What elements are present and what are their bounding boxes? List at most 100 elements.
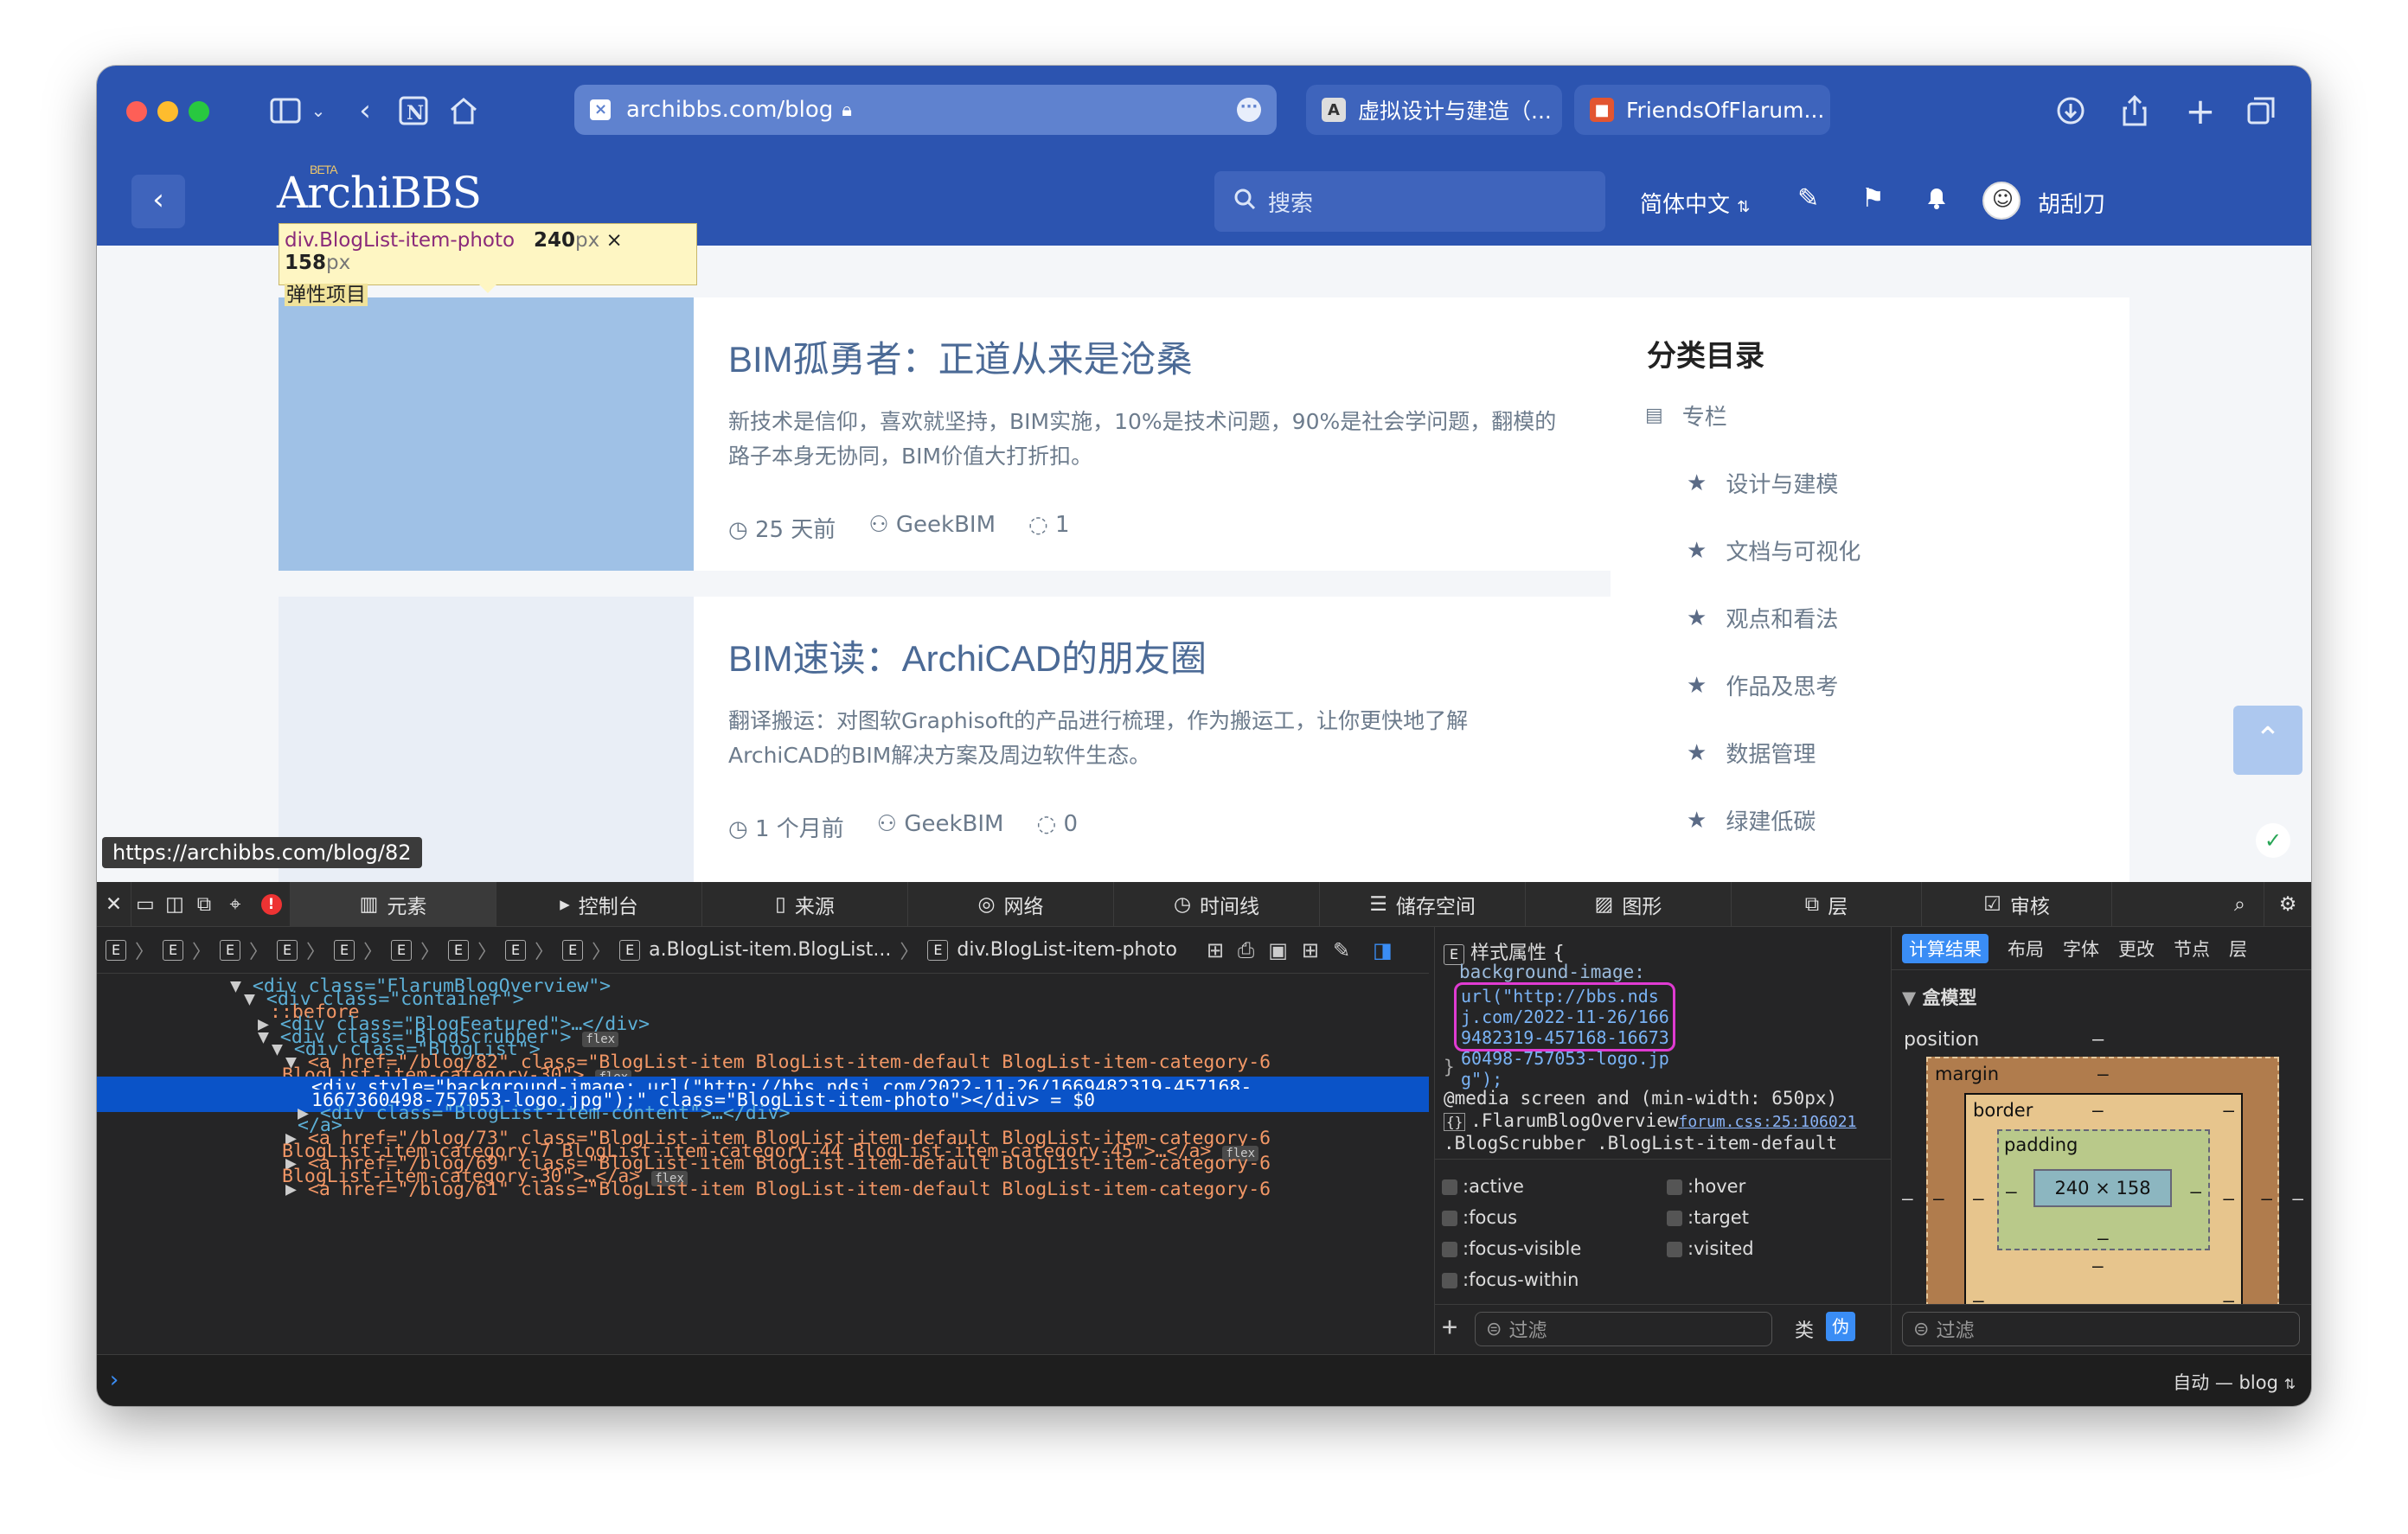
element-icon[interactable]: E bbox=[163, 939, 184, 961]
tab-layers-side[interactable]: 层 bbox=[2229, 936, 2247, 962]
element-icon[interactable]: E bbox=[277, 939, 298, 961]
post-author[interactable]: ⚇ GeekBIM bbox=[868, 512, 996, 544]
tab-timelines[interactable]: ◷ 时间线 bbox=[1114, 882, 1320, 927]
dock-side-icon[interactable]: ◫ bbox=[161, 882, 189, 927]
close-inspector-icon[interactable]: ✕ bbox=[97, 882, 131, 927]
home-icon[interactable] bbox=[445, 90, 483, 131]
console-prompt-bar[interactable]: › 自动 — blog ⇅ bbox=[97, 1354, 2311, 1406]
category-root[interactable]: ▤ 专栏 bbox=[1645, 399, 1727, 431]
box-model-header[interactable]: ▼ 盒模型 bbox=[1902, 984, 1976, 1010]
add-rule-icon[interactable]: + bbox=[1442, 1312, 1457, 1342]
computed-filter-input[interactable]: ⊜ 过滤 bbox=[1902, 1312, 2300, 1346]
pseudo-focus-visible-checkbox[interactable]: :focus-visible bbox=[1442, 1233, 1581, 1264]
notion-icon[interactable]: N bbox=[394, 90, 432, 131]
tab-elements[interactable]: ▥ 元素 bbox=[291, 882, 496, 927]
category-item[interactable]: ★ 观点和看法 bbox=[1687, 602, 1838, 634]
element-icon[interactable]: E bbox=[220, 939, 241, 961]
sidebar-toggle-icon[interactable]: ◨ bbox=[1373, 938, 1393, 962]
post-title[interactable]: BIM速读：ArchiCAD的朋友圈 bbox=[728, 630, 1207, 682]
element-icon[interactable]: E bbox=[334, 939, 355, 961]
error-icon[interactable]: ! bbox=[253, 882, 291, 927]
breadcrumb-anchor[interactable]: a.BlogList-item.BlogList... bbox=[649, 939, 891, 961]
tab-sources[interactable]: ▯ 来源 bbox=[702, 882, 908, 927]
post-author[interactable]: ⚇ GeekBIM bbox=[877, 811, 1004, 843]
pseudo-active-checkbox[interactable]: :active bbox=[1442, 1171, 1581, 1202]
tab-storage[interactable]: ☰ 储存空间 bbox=[1320, 882, 1526, 927]
close-window-button[interactable] bbox=[126, 101, 147, 122]
pseudo-focus-checkbox[interactable]: :focus bbox=[1442, 1202, 1581, 1233]
username[interactable]: 胡刮刀 bbox=[2038, 187, 2105, 219]
site-logo[interactable]: ArchiBBS BETA bbox=[277, 163, 482, 218]
search-icon[interactable]: ⌕ bbox=[2216, 882, 2264, 927]
pseudo-focus-within-checkbox[interactable]: :focus-within bbox=[1442, 1264, 1581, 1295]
category-item[interactable]: ★ 设计与建模 bbox=[1687, 467, 1838, 499]
language-selector[interactable]: 简体中文 ⇅ bbox=[1640, 187, 1750, 219]
new-tab-icon[interactable]: + bbox=[2181, 90, 2219, 132]
sidebar-toggle-icon[interactable] bbox=[266, 90, 304, 131]
more-options-icon[interactable]: ··· bbox=[1237, 98, 1261, 122]
style-value[interactable]: url("http://bbs.ndsj.com/2022-11-26/1669… bbox=[1461, 986, 1672, 1090]
category-item[interactable]: ★ 绿建低碳 bbox=[1687, 804, 1816, 836]
browser-tab-1[interactable]: A 虚拟设计与建造（... bbox=[1306, 85, 1562, 135]
scroll-to-top-button[interactable]: ⌃ bbox=[2233, 706, 2302, 775]
minimize-window-button[interactable] bbox=[157, 101, 178, 122]
tab-computed[interactable]: 计算结果 bbox=[1902, 933, 1989, 963]
rule-source-link[interactable]: forum.css:25:106021 bbox=[1678, 1113, 1856, 1131]
zoom-window-button[interactable] bbox=[189, 101, 209, 122]
execution-context-select[interactable]: 自动 — blog ⇅ bbox=[2173, 1369, 2296, 1395]
pseudo-target-checkbox[interactable]: :target bbox=[1667, 1202, 1754, 1233]
shield-icon[interactable]: ✓ bbox=[2256, 823, 2290, 858]
tab-network[interactable]: ◎ 网络 bbox=[908, 882, 1114, 927]
bell-icon[interactable] bbox=[1924, 183, 1950, 218]
post-time: ◷ 25 天前 bbox=[728, 517, 836, 543]
chevron-down-icon: ▼ bbox=[1902, 988, 1917, 1008]
pseudo-hover-checkbox[interactable]: :hover bbox=[1667, 1171, 1754, 1202]
element-icon[interactable]: E bbox=[562, 939, 584, 961]
category-item[interactable]: ★ 数据管理 bbox=[1687, 737, 1816, 769]
share-icon[interactable] bbox=[2116, 90, 2154, 131]
dock-bottom-icon[interactable]: ▭ bbox=[131, 882, 159, 927]
tab-console[interactable]: ▸ 控制台 bbox=[496, 882, 702, 927]
detach-icon[interactable]: ⧉ bbox=[190, 882, 218, 927]
audit-icon: ☑ bbox=[1983, 893, 2001, 916]
styles-filter-input[interactable]: ⊜ 过滤 bbox=[1475, 1312, 1772, 1346]
post-title[interactable]: BIM孤勇者：正道从来是沧桑 bbox=[728, 330, 1193, 383]
element-icon[interactable]: E bbox=[505, 939, 527, 961]
blog-list-item[interactable]: BIM速读：ArchiCAD的朋友圈 翻译搬运：对图软Graphisoft的产品… bbox=[279, 597, 1645, 882]
back-arrow-icon[interactable]: ‹ bbox=[348, 90, 382, 131]
avatar[interactable]: ☺ bbox=[1982, 182, 2021, 220]
element-icon[interactable]: E bbox=[391, 939, 413, 961]
tab-font[interactable]: 字体 bbox=[2063, 936, 2099, 962]
breadcrumb-current[interactable]: div.BlogList-item-photo bbox=[957, 939, 1177, 961]
category-item[interactable]: ★ 作品及思考 bbox=[1687, 669, 1838, 701]
download-icon[interactable] bbox=[2052, 90, 2090, 131]
category-item[interactable]: ★ 文档与可视化 bbox=[1687, 534, 1860, 566]
chevron-down-icon[interactable]: ⌄ bbox=[308, 90, 329, 131]
flag-icon[interactable]: ⚑ bbox=[1861, 183, 1885, 214]
back-button[interactable]: ‹ bbox=[131, 175, 185, 228]
element-icon[interactable]: E bbox=[448, 939, 470, 961]
tab-layout[interactable]: 布局 bbox=[2008, 936, 2044, 962]
blog-list-item-photo[interactable] bbox=[279, 297, 694, 571]
element-icon[interactable]: E bbox=[106, 939, 126, 961]
tab-changes[interactable]: 更改 bbox=[2118, 936, 2155, 962]
address-bar[interactable]: × archibbs.com/blog 🔒︎ ··· bbox=[574, 85, 1277, 135]
browser-tab-2[interactable]: ■ FriendsOfFlarum... bbox=[1574, 85, 1830, 135]
tab-overview-icon[interactable] bbox=[2242, 90, 2280, 131]
pseudo-toggle-button[interactable]: 伪 bbox=[1826, 1312, 1855, 1341]
compose-icon[interactable]: ✎ bbox=[1797, 183, 1819, 214]
element-tools-icons[interactable]: ⊞⎙▣⊞✎ bbox=[1207, 938, 1364, 962]
tab-audit[interactable]: ☑ 审核 bbox=[1922, 882, 2112, 927]
tab-layers[interactable]: ⧉ 层 bbox=[1732, 882, 1922, 927]
style-rule-selector[interactable]: {} .FlarumBlogOverviewforum.css:25:106021 bbox=[1444, 1110, 1856, 1131]
blog-list-item[interactable]: BIM孤勇者：正道从来是沧桑 新技术是信仰，喜欢就坚持，BIM实施，10%是技术… bbox=[279, 297, 1645, 571]
dom-node[interactable]: ▶ <a href="/blog/61" class="BlogList-ite… bbox=[285, 1179, 1429, 1201]
search-input[interactable]: 搜索 bbox=[1214, 171, 1605, 232]
style-property[interactable]: background-image: bbox=[1459, 962, 1645, 982]
tab-graphics[interactable]: ▨ 图形 bbox=[1526, 882, 1732, 927]
gear-icon[interactable]: ⚙ bbox=[2264, 882, 2311, 927]
pseudo-visited-checkbox[interactable]: :visited bbox=[1667, 1233, 1754, 1264]
crosshair-icon[interactable]: ⌖ bbox=[220, 882, 251, 927]
tab-node[interactable]: 节点 bbox=[2174, 936, 2210, 962]
class-toggle-button[interactable]: 类 bbox=[1795, 1315, 1814, 1343]
